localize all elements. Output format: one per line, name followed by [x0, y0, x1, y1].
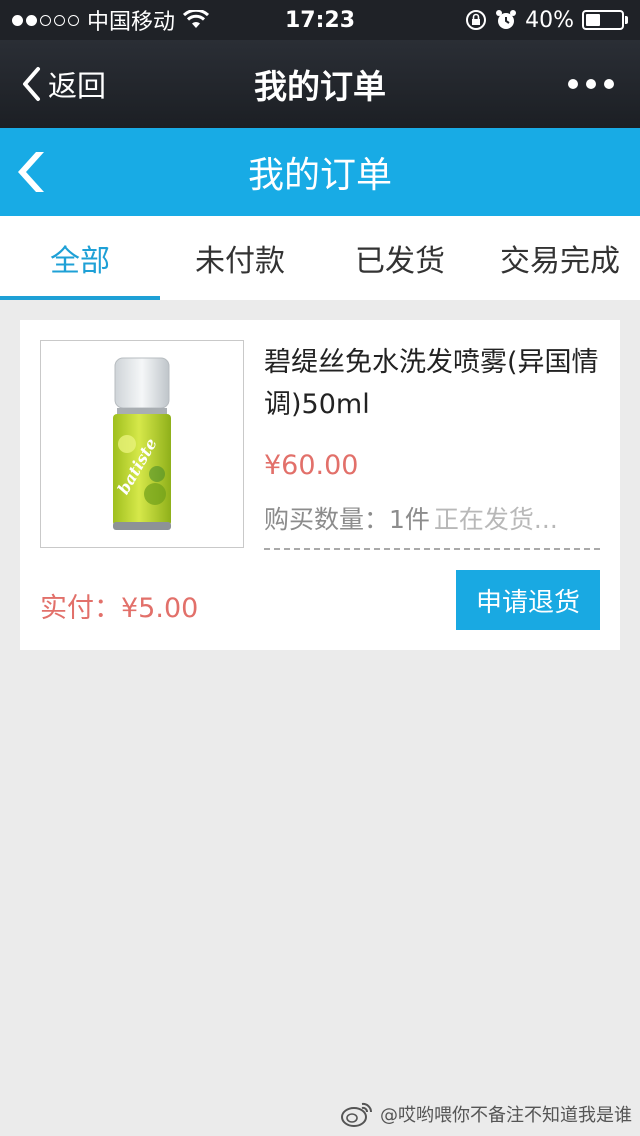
rotation-lock-icon [466, 10, 487, 30]
page-header: 我的订单 [0, 128, 640, 216]
tab-shipped[interactable]: 已发货 [320, 216, 480, 300]
weibo-watermark: @哎哟喂你不备注不知道我是谁 [340, 1100, 632, 1128]
product-image[interactable]: batiste [40, 340, 244, 548]
more-dot-icon [568, 79, 578, 89]
status-right: 40% [465, 8, 628, 33]
tab-label: 未付款 [195, 244, 285, 279]
status-left: 中国移动 [12, 4, 210, 36]
product-name: 碧缇丝免水洗发喷雾(异国情调)50ml [264, 347, 599, 420]
carrier-name: 中国移动 [87, 10, 176, 35]
dry-shampoo-can-image: batiste [113, 357, 171, 530]
request-return-button[interactable]: 申请退货 [456, 570, 600, 630]
chevron-left-icon [18, 152, 44, 192]
product-price: ¥60.00 [264, 450, 359, 481]
quantity-label: 购买数量： [264, 505, 390, 534]
tab-all[interactable]: 全部 [0, 216, 160, 300]
chevron-left-icon [23, 67, 40, 101]
order-card[interactable]: batiste 碧缇丝免水洗发喷雾(异国情调)50ml ¥60.00 购买数量：… [20, 320, 620, 650]
shipping-status: 正在发货... [433, 505, 558, 534]
battery-icon [582, 10, 628, 30]
paid-amount: 实付：¥5.00 [40, 593, 199, 624]
weibo-logo-icon [341, 1102, 373, 1127]
more-dot-icon [586, 79, 596, 89]
battery-percent: 40% [525, 7, 574, 33]
alarm-icon [496, 10, 517, 29]
tab-completed[interactable]: 交易完成 [480, 216, 640, 300]
dashed-divider [264, 548, 600, 550]
wifi-icon [183, 10, 210, 28]
nav-bar: 返回 我的订单 [0, 40, 640, 128]
signal-icon [12, 14, 79, 26]
back-button[interactable]: 返回 [20, 63, 106, 105]
back-label: 返回 [48, 69, 107, 103]
more-button[interactable] [568, 79, 614, 89]
order-tabs: 全部 未付款 已发货 交易完成 [0, 216, 640, 300]
battery-fill [586, 14, 600, 26]
watermark-text: @哎哟喂你不备注不知道我是谁 [380, 1105, 632, 1126]
page-title: 我的订单 [247, 155, 392, 196]
quantity-value: 1件 [389, 505, 430, 534]
tab-label: 已发货 [355, 244, 445, 279]
tab-label: 交易完成 [500, 244, 620, 279]
quantity-row: 购买数量：1件 正在发货... [264, 500, 600, 536]
tab-unpaid[interactable]: 未付款 [160, 216, 320, 300]
page-back-button[interactable] [16, 148, 52, 200]
tab-label: 全部 [50, 244, 110, 279]
status-bar: 中国移动 17:23 40% [0, 0, 640, 40]
more-dot-icon [604, 79, 614, 89]
